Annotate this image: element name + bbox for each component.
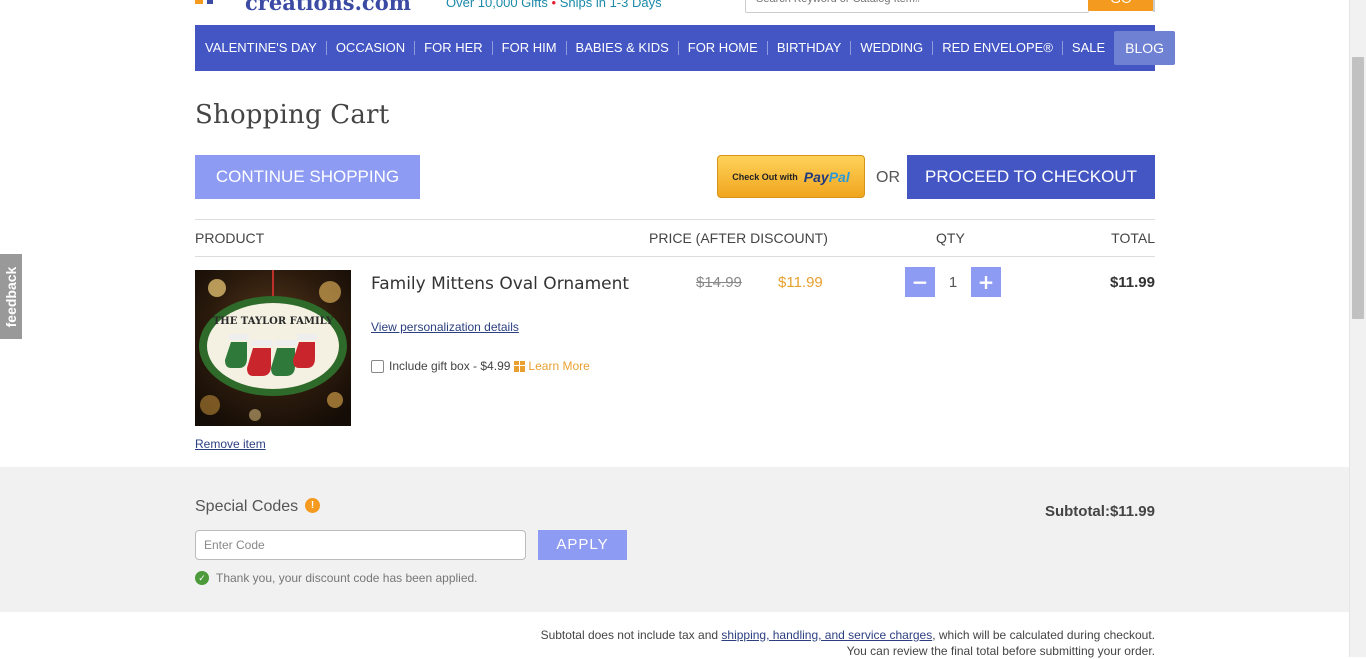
site-logo[interactable]: creations.com [195, 0, 411, 15]
search-input[interactable] [754, 0, 1078, 6]
logo-mark-icon [195, 0, 223, 8]
subtotal: Subtotal:$11.99 [1044, 503, 1155, 520]
ornament-title-text: THE TAYLOR FAMILY [213, 316, 334, 327]
column-total: TOTAL [1111, 230, 1155, 246]
column-qty: QTY [936, 230, 965, 246]
logo-text: creations.com [245, 0, 411, 15]
nav-for-home[interactable]: FOR HOME [677, 41, 767, 55]
original-price: $14.99 [696, 274, 742, 291]
ornament-illustration: THE TAYLOR FAMILY [195, 270, 351, 426]
or-separator: OR [876, 169, 900, 186]
row-total: $11.99 [1109, 274, 1155, 291]
shipping-charges-link[interactable]: shipping, handling, and service charges [721, 628, 932, 642]
tagline-bullet: • [551, 0, 557, 10]
note-line-1: Subtotal does not include tax and shippi… [541, 627, 1155, 643]
nav-valentines-day[interactable]: VALENTINE'S DAY [195, 41, 326, 55]
page-title: Shopping Cart [195, 100, 390, 130]
column-product: PRODUCT [195, 230, 265, 246]
tagline-gifts: Over 10,000 Gifts [446, 0, 548, 10]
paypal-brand-pal: Pal [828, 168, 850, 185]
feedback-tab[interactable]: feedback [0, 254, 22, 339]
code-message-text: Thank you, your discount code has been a… [216, 571, 478, 585]
product-name[interactable]: Family Mittens Oval Ornament [371, 274, 629, 294]
cart-table-header: PRODUCT PRICE (AFTER DISCOUNT) QTY TOTAL [195, 219, 1155, 257]
nav-babies-kids[interactable]: BABIES & KIDS [565, 41, 678, 55]
nav-birthday[interactable]: BIRTHDAY [766, 41, 851, 55]
promo-code-input[interactable] [195, 530, 526, 560]
qty-decrease-button[interactable]: − [905, 267, 935, 297]
check-icon: ✓ [195, 571, 209, 585]
remove-item-link[interactable]: Remove item [195, 437, 266, 451]
product-image[interactable]: THE TAYLOR FAMILY [195, 270, 351, 426]
gift-icon [514, 360, 526, 372]
checkout-note: Subtotal does not include tax and shippi… [541, 627, 1155, 659]
learn-more-link[interactable]: Learn More [528, 359, 589, 373]
column-price: PRICE (AFTER DISCOUNT) [649, 230, 828, 246]
gift-box-label: Include gift box - $4.99 [389, 359, 511, 373]
discounted-price: $11.99 [778, 274, 823, 291]
paypal-checkout-button[interactable]: Check Out with Pay Pal [717, 155, 865, 198]
page-scrollbar[interactable] [1349, 0, 1366, 657]
paypal-brand-pay: Pay [803, 168, 829, 185]
scrollbar-thumb[interactable] [1352, 57, 1364, 319]
info-icon[interactable]: ! [305, 498, 320, 513]
special-codes-title: Special Codes [195, 498, 299, 515]
view-personalization-link[interactable]: View personalization details [371, 320, 519, 334]
main-nav: VALENTINE'S DAY OCCASION FOR HER FOR HIM… [195, 25, 1176, 71]
qty-increase-button[interactable]: + [971, 267, 1001, 297]
feedback-label: feedback [3, 266, 19, 327]
gift-box-checkbox[interactable] [371, 359, 384, 373]
nav-blog-button[interactable]: BLOG [1114, 31, 1176, 65]
tagline: Over 10,000 Gifts • Ships in 1-3 Days [446, 0, 662, 10]
code-applied-message: ✓ Thank you, your discount code has been… [195, 571, 478, 585]
apply-code-button[interactable]: APPLY [538, 530, 627, 560]
nav-occasion[interactable]: OCCASION [325, 41, 414, 55]
search-go-button[interactable]: GO [1088, 0, 1154, 11]
nav-for-him[interactable]: FOR HIM [491, 41, 566, 55]
gift-box-option: Include gift box - $4.99 Learn More [371, 359, 590, 373]
proceed-to-checkout-button[interactable]: PROCEED TO CHECKOUT [907, 155, 1155, 199]
note-text-pre: Subtotal does not include tax and [540, 628, 719, 642]
tagline-shipping: Ships in 1-3 Days [559, 0, 662, 10]
qty-value[interactable]: 1 [938, 274, 968, 291]
search-box [745, 0, 1089, 13]
nav-red-envelope[interactable]: RED ENVELOPE® [932, 41, 1062, 55]
note-text-post: , which will be calculated during checko… [932, 628, 1155, 642]
paypal-prefix: Check Out with [732, 171, 798, 182]
continue-shopping-button[interactable]: CONTINUE SHOPPING [195, 155, 420, 199]
nav-for-her[interactable]: FOR HER [414, 41, 492, 55]
nav-sale[interactable]: SALE [1061, 41, 1114, 55]
nav-wedding[interactable]: WEDDING [850, 41, 932, 55]
search-border [1153, 0, 1155, 12]
